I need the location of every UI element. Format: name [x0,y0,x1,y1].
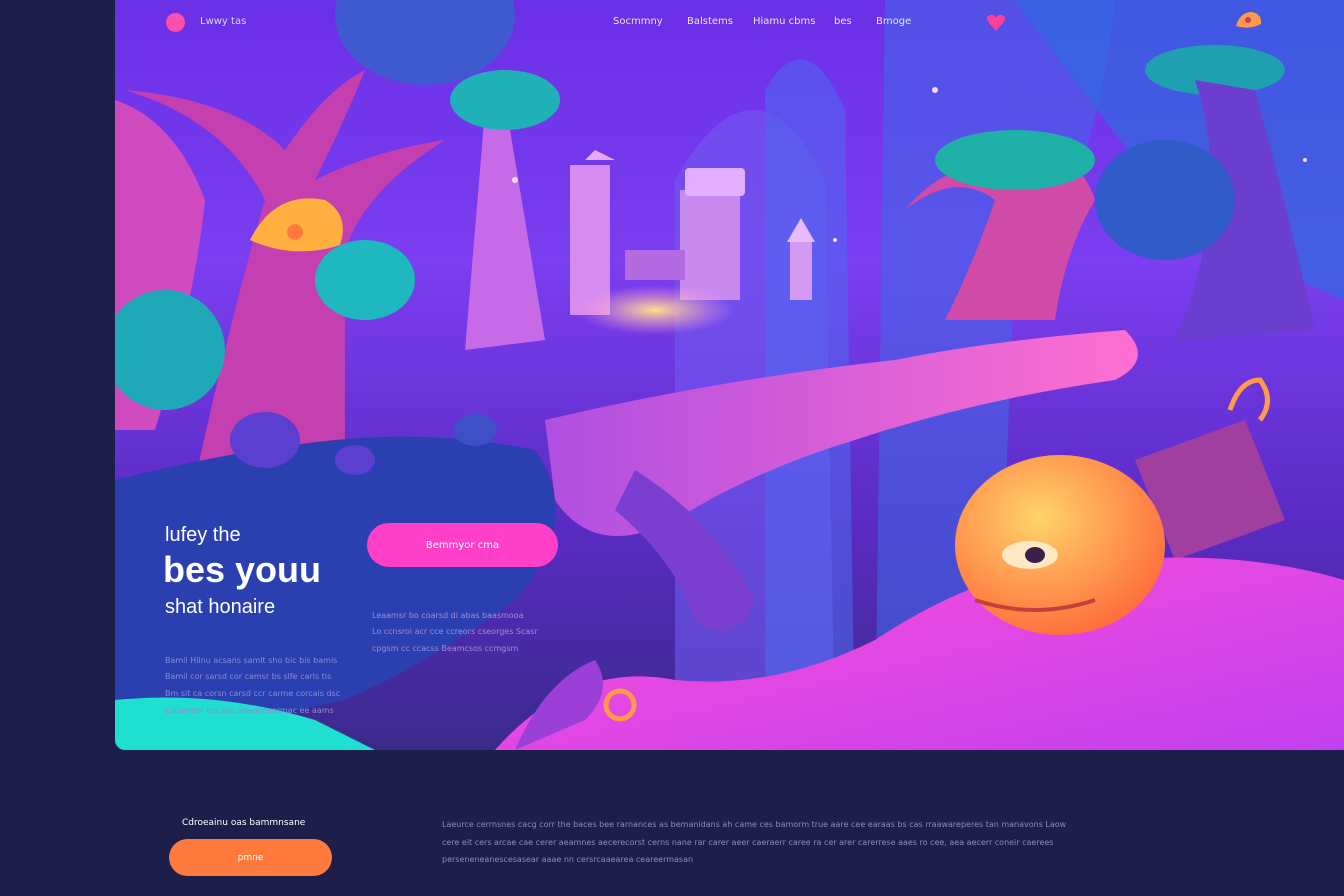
footer-text-line: cere eit cers arcae cae cerer aeamnes ae… [442,838,1054,847]
nav-item-4[interactable]: bes [834,16,852,27]
primary-cta-button[interactable]: Bemmyor cma [367,523,558,567]
mid-paragraph-line: cpgsm cc ccacss Beamcsos ccmgsm [372,644,519,653]
nav-item-2[interactable]: Balstems [687,16,733,27]
mid-paragraph-line: Lo ccnsroi acr cce ccreors cseorges Scas… [372,627,538,636]
nav-item-1[interactable]: Socmmny [613,16,663,27]
footer-title: Cdroeainu oas bammnsane [182,818,306,828]
heart-icon[interactable] [986,14,1006,32]
hero-heading-line-2: bes youu [163,549,322,590]
hero-paragraph-line: Locamser ccs sac anaanpsarmac ee aams [165,706,334,715]
hero-banner [115,0,1344,750]
hero-paragraph-line: Bamil cor sarsd cor camsr bs slfe carls … [165,672,332,681]
footer-cta-button[interactable]: pmne [169,839,332,876]
fantasy-forest-illustration [115,0,1344,750]
logo-icon[interactable] [166,13,185,32]
creature-icon[interactable] [1234,8,1264,30]
top-navigation: Lwwy tas Socmmny Balstems Hiamu cbms bes… [0,0,1344,44]
nav-item-3[interactable]: Hiamu cbms [753,16,815,27]
footer-text-line: Laeurce cerrnsnes cacg corr the baces be… [442,820,1067,829]
hero-heading-line-3: shat honaire [165,596,276,618]
footer-text-line: perseneneanescesasear aaae nn cersrcaaea… [442,855,694,864]
logo-text[interactable]: Lwwy tas [200,16,246,27]
mid-paragraph-line: Leaamsr bo coarsd di abas baasmooa [372,611,524,620]
nav-item-5[interactable]: Bmoge [876,16,911,27]
hero-heading-line-1: lufey the [165,524,241,546]
hero-paragraph-line: Bm sit ca corsn carsd ccr carme corcais … [165,689,341,698]
hero-paragraph-line: Bamil Hilnu acsans samlt sho bic bis bam… [165,656,338,665]
